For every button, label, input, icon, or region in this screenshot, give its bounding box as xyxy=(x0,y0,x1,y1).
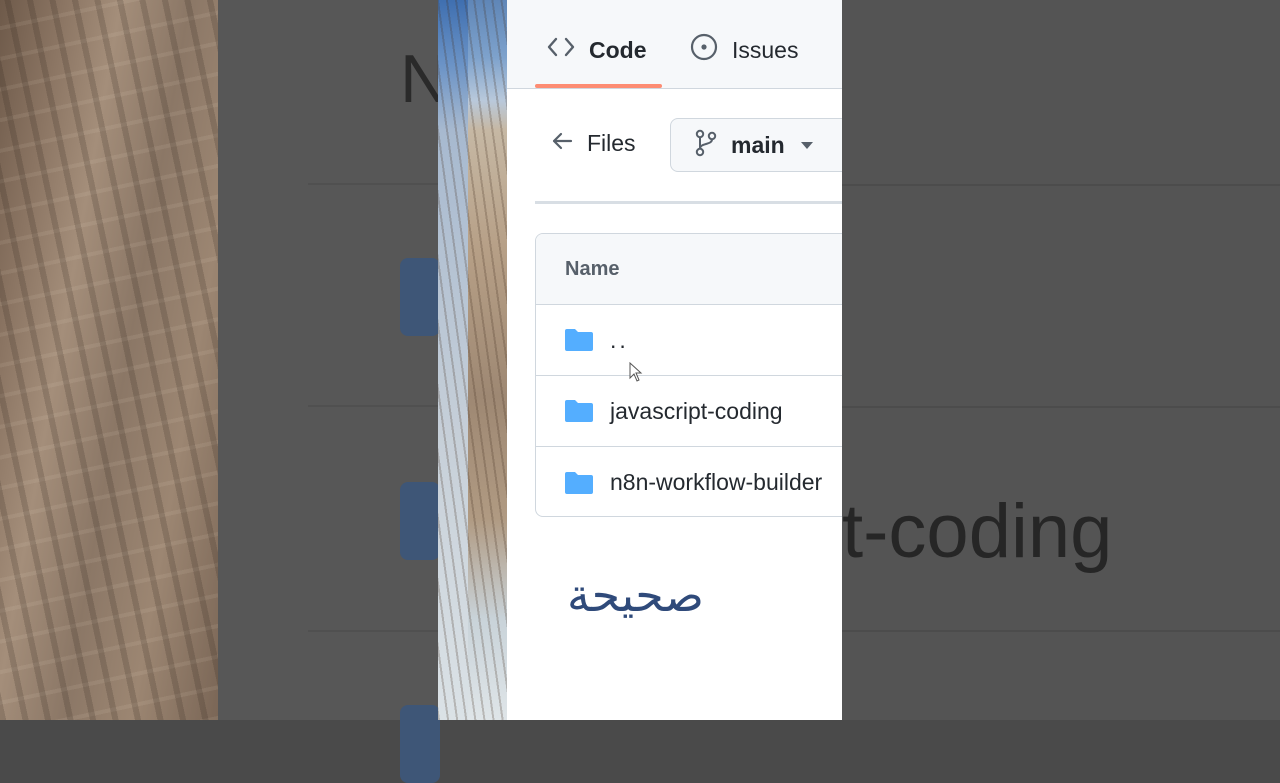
branch-selector-button[interactable]: main xyxy=(670,118,842,172)
background-divider xyxy=(842,406,1280,408)
background-divider xyxy=(308,405,438,407)
git-branch-icon xyxy=(695,129,717,162)
tab-label: Issues xyxy=(732,36,799,63)
background-page-right: t-coding xyxy=(842,0,1280,720)
code-icon xyxy=(547,36,575,64)
background-divider xyxy=(308,630,438,632)
column-header-name: Name xyxy=(565,258,620,280)
folder-icon xyxy=(564,471,594,495)
folder-icon xyxy=(564,328,594,352)
background-page-left: N xyxy=(218,0,449,783)
branch-name: main xyxy=(731,131,785,158)
file-row-name: javascript-coding xyxy=(610,397,783,424)
tab-code[interactable]: Code xyxy=(547,30,647,70)
section-divider xyxy=(535,201,842,204)
files-back-label: Files xyxy=(587,130,636,156)
overlay-caption: صحيحة xyxy=(567,568,704,622)
active-tab-underline xyxy=(535,84,662,88)
file-table: Name .. javascript-coding n8n-workflow-b… xyxy=(535,233,842,517)
background-folder-icon xyxy=(400,482,440,560)
tab-issues[interactable]: Issues xyxy=(690,30,798,70)
background-divider xyxy=(308,183,438,185)
arrow-left-icon xyxy=(551,130,573,157)
caret-down-icon xyxy=(800,141,813,149)
files-back-button[interactable]: Files xyxy=(551,130,636,157)
file-table-header: Name xyxy=(536,234,842,305)
folder-icon xyxy=(564,399,594,423)
file-row-javascript-coding[interactable]: javascript-coding xyxy=(536,376,842,447)
file-row-parent-directory[interactable]: .. xyxy=(536,305,842,376)
file-row-name: n8n-workflow-builder xyxy=(610,469,823,495)
issue-opened-icon xyxy=(690,33,718,67)
background-folder-icon xyxy=(400,258,440,336)
repo-tab-bar: Code Issues xyxy=(507,0,842,89)
background-divider xyxy=(842,630,1280,632)
file-row-name: .. xyxy=(610,326,629,353)
tab-label: Code xyxy=(589,36,647,63)
mouse-cursor-icon xyxy=(629,361,643,387)
background-divider xyxy=(842,184,1280,186)
file-row-n8n-workflow-builder[interactable]: n8n-workflow-builder xyxy=(536,447,842,516)
background-folder-icon xyxy=(400,705,440,783)
background-text-fragment-right: t-coding xyxy=(842,489,1113,574)
background-rock-photo-left xyxy=(0,0,218,720)
rock-cliff-photo xyxy=(438,0,507,720)
